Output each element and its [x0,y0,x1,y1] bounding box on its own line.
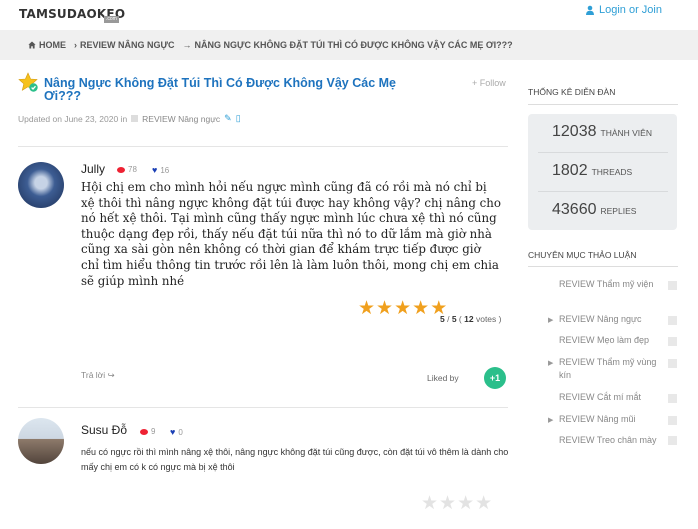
category-icon [131,115,139,122]
star-icon[interactable]: ★ [421,494,438,513]
login-link[interactable]: Login or Join [585,4,662,16]
post-author[interactable]: Susu Đỗ [81,423,127,437]
sidebar-category-item[interactable]: REVIEW Thẩm mỹ viện [559,278,659,291]
liked-by-label: Liked by [427,373,459,383]
rating-summary: 5 / 5 ( 12 votes ) [440,314,502,324]
reply-icon: ↪ [107,370,115,380]
post-author[interactable]: Jully [81,162,105,176]
like-count-value: 0 [178,427,183,437]
heart-icon: ♥ [170,427,176,437]
arrow-right-icon: → [182,40,192,50]
breadcrumb-home-label: HOME [39,40,66,50]
trash-icon[interactable]: ▯ [236,113,241,124]
rating-stars[interactable]: ★ ★ ★ ★ ★ [358,299,447,318]
user-icon [586,5,594,15]
login-label: Login or Join [599,4,662,16]
like-count: ♥ 0 [170,427,183,437]
stat-members: 12038 THÀNH VIÊN [552,123,652,141]
category-count-box [668,394,677,403]
speech-bubble-icon [117,166,125,173]
comment-count-value: 78 [128,165,137,174]
breadcrumb-category[interactable]: › REVIEW NÂNG NGỰC [74,40,174,50]
rating-stars[interactable]: ★ ★ ★ ★ [421,494,492,513]
star-icon[interactable]: ★ [358,299,375,318]
stat-number: 1802 [552,162,588,179]
sidebar-category-item[interactable]: REVIEW Cắt mí mắt [559,391,659,404]
plus-icon: + [472,78,478,88]
votes-label: votes [475,314,497,324]
breadcrumb-current-label: NÂNG NGỰC KHÔNG ĐẶT TÚI THÌ CÓ ĐƯỢC KHÔN… [194,40,513,50]
reply-label: Trả lời [81,370,106,380]
starred-thread-icon [18,72,38,92]
home-icon [28,41,36,49]
site-logo-sub: .com [104,16,119,23]
divider [528,104,678,105]
category-count-box [668,337,677,346]
divider [538,152,668,153]
comment-count: 9 [140,427,155,436]
follow-label: Follow [479,78,506,88]
divider [528,266,678,267]
speech-bubble-icon [140,428,148,435]
sidebar-category-item[interactable]: REVIEW Treo chân mày [559,434,659,447]
star-icon[interactable]: ★ [457,494,474,513]
post-body: Hội chị em cho mình hỏi nếu ngực mình cũ… [81,180,501,288]
star-icon[interactable]: ★ [439,494,456,513]
thread-title: Nâng Ngực Không Đặt Túi Thì Có Được Khôn… [44,76,397,103]
category-count-box [668,316,677,325]
breadcrumb-home[interactable]: HOME [28,40,66,50]
avatar[interactable] [18,418,64,464]
category-count-box [668,359,677,368]
stats-heading: THỐNG KÊ DIỄN ĐÀN [528,87,616,97]
forum-stats-box: 12038 THÀNH VIÊN 1802 THREADS 43660 REPL… [528,114,677,230]
stat-threads: 1802 THREADS [552,162,632,180]
star-icon[interactable]: ★ [475,494,492,513]
post-body: nếu có ngực rồi thì mình nâng xệ thôi, n… [81,447,509,472]
thread-category-link[interactable]: REVIEW Nâng ngực [142,114,220,124]
updated-text: Updated on June 23, 2020 in [18,113,128,124]
star-icon[interactable]: ★ [376,299,393,318]
category-count-box [668,436,677,445]
reply-button[interactable]: Trả lời ↪ [81,370,115,381]
star-icon[interactable]: ★ [412,299,429,318]
thread-meta: Updated on June 23, 2020 in REVIEW Nâng … [18,113,241,124]
comment-count-value: 9 [151,427,156,436]
stat-label: THÀNH VIÊN [600,128,652,138]
sidebar-category-item[interactable]: REVIEW Nâng mũi [559,413,659,426]
categories-heading: CHUYÊN MỤC THẢO LUẬN [528,250,637,260]
divider [538,191,668,192]
edit-icon[interactable]: ✎ [224,113,232,124]
stat-label: REPLIES [600,206,637,216]
sidebar-category-item[interactable]: REVIEW Nâng ngực [559,313,659,326]
category-count-box [668,281,677,290]
divider [18,407,508,408]
breadcrumb-current[interactable]: → NÂNG NGỰC KHÔNG ĐẶT TÚI THÌ CÓ ĐƯỢC KH… [182,40,512,50]
stat-number: 12038 [552,123,597,140]
chevron-right-icon: › [74,40,77,50]
sidebar-category-item[interactable]: REVIEW Mẹo làm đẹp [559,334,659,347]
votes-count: 12 [464,314,474,324]
stat-replies: 43660 REPLIES [552,201,636,219]
stat-label: THREADS [591,167,633,177]
breadcrumb-category-label: REVIEW NÂNG NGỰC [80,40,175,50]
site-header: TAMSUDAOKEO .com Login or Join [0,0,698,30]
divider [18,146,508,147]
heart-icon: ♥ [152,165,158,175]
like-count-value: 16 [160,165,170,175]
rating-max: 5 [451,314,457,324]
breadcrumb: HOME › REVIEW NÂNG NGỰC → NÂNG NGỰC KHÔN… [0,30,698,60]
caret-right-icon[interactable]: ▶ [548,316,553,324]
follow-button[interactable]: + Follow [472,78,506,88]
sidebar-category-item[interactable]: REVIEW Thẩm mỹ vùng kín [559,356,659,382]
avatar[interactable] [18,162,64,208]
caret-right-icon[interactable]: ▶ [548,416,553,424]
like-count: ♥ 16 [152,165,169,175]
rating-value: 5 [440,314,445,324]
star-icon[interactable]: ★ [394,299,411,318]
like-plus-badge[interactable]: +1 [484,367,506,389]
caret-right-icon[interactable]: ▶ [548,359,553,367]
comment-count: 78 [117,165,137,174]
category-count-box [668,416,677,425]
stat-number: 43660 [552,201,597,218]
